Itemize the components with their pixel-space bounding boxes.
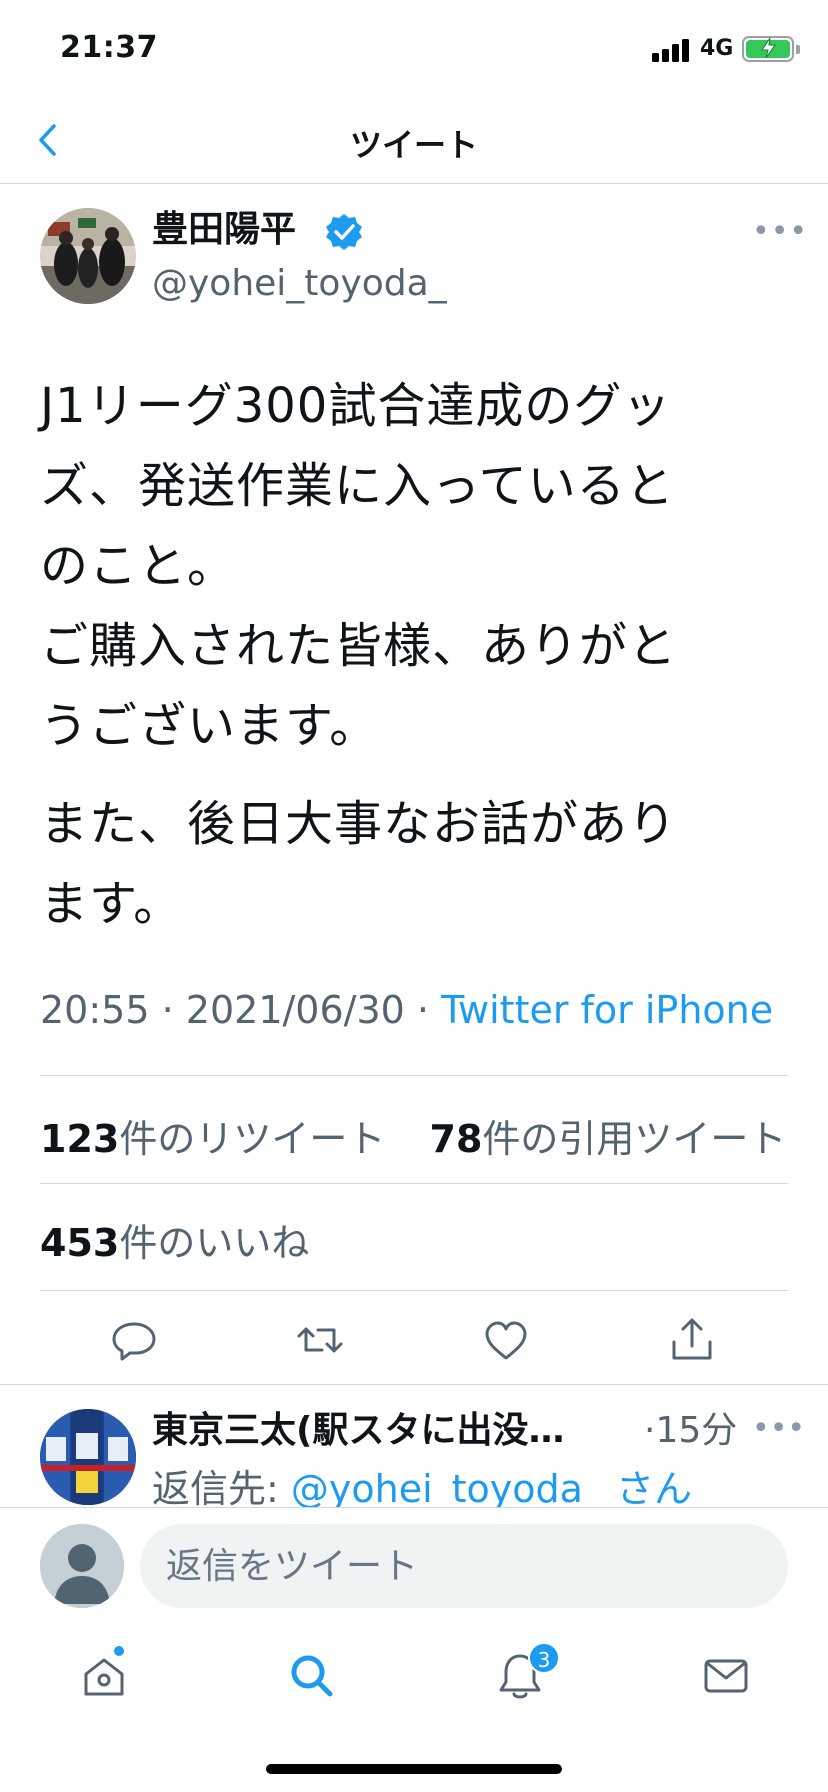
status-bar: 21:37 4G bbox=[0, 0, 828, 100]
quotes-label: 件の引用ツイート bbox=[482, 1117, 787, 1161]
tweet-meta: 20:55 · 2021/06/30 · Twitter for iPhone bbox=[40, 988, 773, 1032]
likes-label: 件のいいね bbox=[119, 1221, 310, 1265]
avatar-photo bbox=[40, 208, 136, 304]
tweet-actions bbox=[0, 1312, 828, 1376]
retweet-button[interactable] bbox=[292, 1312, 348, 1368]
reply-mention-link[interactable]: @yohei_toyoda_ bbox=[291, 1467, 602, 1507]
notifications-badge: 3 bbox=[528, 1642, 560, 1674]
reply-to-prefix: 返信先: bbox=[152, 1467, 291, 1507]
tweet-source-link[interactable]: Twitter for iPhone bbox=[441, 988, 773, 1032]
new-content-dot bbox=[114, 1646, 124, 1656]
reply-time: ·15分 bbox=[644, 1410, 738, 1451]
share-icon bbox=[672, 1318, 712, 1360]
reply-composer bbox=[0, 1507, 828, 1619]
author-name[interactable]: 豊田陽平 bbox=[152, 206, 296, 254]
avatar-photo bbox=[40, 1409, 136, 1505]
reply-icon bbox=[112, 1322, 156, 1361]
tab-bar: 3 bbox=[0, 1620, 828, 1730]
share-button[interactable] bbox=[664, 1312, 720, 1368]
tweet-time: 20:55 bbox=[40, 988, 150, 1032]
reply-input[interactable] bbox=[140, 1524, 788, 1608]
reply-to-line: 返信先: @yohei_toyoda_ さん bbox=[152, 1465, 692, 1507]
charging-bolt-icon bbox=[761, 37, 776, 59]
default-avatar-icon bbox=[40, 1524, 124, 1608]
battery-icon bbox=[742, 36, 800, 62]
tweet-text-line: J1リーグ300試合達成のグッ bbox=[40, 378, 672, 434]
quotes-link[interactable]: 78件の引用ツイート bbox=[430, 1117, 787, 1161]
reply-tweet[interactable]: 東京三太(駅スタに出没… ·15分 ••• 返信先: @yohei_toyoda… bbox=[0, 1385, 828, 1507]
tweet-text-line: また、後日大事なお話があり bbox=[40, 796, 678, 852]
likes-count: 453 bbox=[40, 1221, 120, 1265]
my-avatar[interactable] bbox=[40, 1524, 124, 1608]
more-horizontal-icon[interactable]: ••• bbox=[752, 214, 808, 249]
tab-search[interactable] bbox=[284, 1648, 340, 1704]
home-icon bbox=[84, 1658, 124, 1696]
retweet-stats: 123件のリツイート 78件の引用ツイート bbox=[40, 1108, 786, 1163]
retweet-icon bbox=[297, 1327, 343, 1353]
heart-icon bbox=[485, 1321, 527, 1360]
more-horizontal-icon[interactable]: ••• bbox=[752, 1411, 805, 1446]
network-type: 4G bbox=[700, 36, 734, 61]
tweet-date: 2021/06/30 bbox=[185, 988, 405, 1032]
retweets-count: 123 bbox=[40, 1117, 120, 1161]
author-handle[interactable]: @yohei_toyoda_ bbox=[152, 260, 447, 308]
quotes-count: 78 bbox=[429, 1117, 483, 1161]
retweets-link[interactable]: 123件のリツイート bbox=[40, 1117, 385, 1161]
retweets-label: 件のリツイート bbox=[119, 1117, 386, 1161]
page-title: ツイート bbox=[349, 126, 478, 164]
status-time: 21:37 bbox=[60, 30, 158, 65]
tweet-text-line: うございます。 bbox=[40, 698, 379, 754]
reply-to-suffix: さん bbox=[615, 1467, 692, 1507]
author-avatar[interactable] bbox=[40, 208, 136, 304]
likes-link[interactable]: 453件のいいね bbox=[40, 1212, 309, 1267]
like-button[interactable] bbox=[478, 1312, 534, 1368]
tweet-text-line: のこと。 bbox=[40, 538, 237, 594]
tweet-text-line: ご購入された皆様、ありがと bbox=[40, 618, 678, 674]
meta-separator: · bbox=[416, 988, 430, 1032]
tweet-text-line: ます。 bbox=[40, 876, 183, 932]
reply-author-name[interactable]: 東京三太(駅スタに出没… bbox=[152, 1407, 564, 1455]
divider bbox=[40, 1290, 788, 1291]
tab-messages[interactable] bbox=[698, 1648, 754, 1704]
divider bbox=[40, 1183, 788, 1184]
nav-header: ツイート bbox=[0, 100, 828, 184]
mail-icon bbox=[704, 1659, 748, 1693]
tweet-text: J1リーグ300試合達成のグッ ズ、発送作業に入っていると のこと。 ご購入され… bbox=[40, 366, 800, 944]
meta-separator: · bbox=[161, 988, 174, 1032]
reply-author-avatar[interactable] bbox=[40, 1409, 136, 1505]
tab-home[interactable] bbox=[76, 1648, 132, 1704]
home-indicator[interactable] bbox=[266, 1764, 562, 1774]
tweet-text-line: ズ、発送作業に入っていると bbox=[40, 458, 675, 514]
search-icon bbox=[291, 1655, 333, 1697]
reply-button[interactable] bbox=[106, 1312, 162, 1368]
divider bbox=[40, 1075, 788, 1076]
verified-badge-icon bbox=[324, 212, 364, 252]
signal-icon bbox=[652, 38, 692, 62]
